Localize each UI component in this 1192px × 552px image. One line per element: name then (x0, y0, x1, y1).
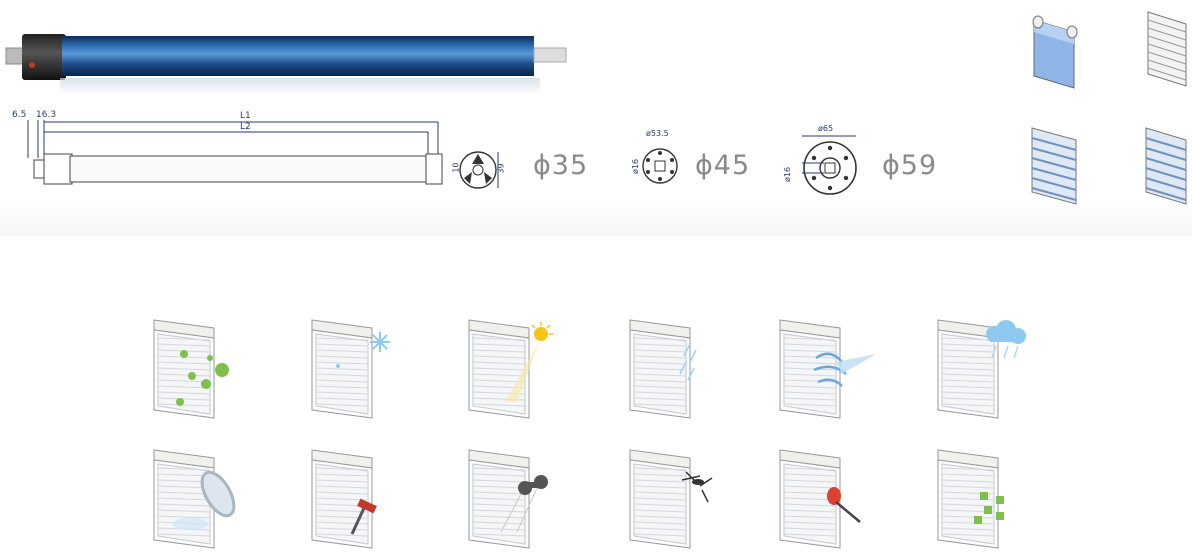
sun-heat-icon (468, 319, 553, 419)
diameter-59-label: ϕ59 (882, 150, 938, 181)
wind-icon (779, 319, 876, 419)
venetian-blind-icon (1147, 11, 1187, 87)
cloud-storm-icon (937, 319, 1026, 419)
dimension-l1: L1 (240, 111, 251, 121)
burglary-hammer-icon (311, 449, 377, 549)
dimension-6-5: 6.5 (12, 110, 27, 120)
diameter-45-label: ϕ45 (695, 150, 751, 181)
dimension-39: 39 (496, 163, 506, 174)
dimension-16-b: ø16 (783, 166, 793, 183)
dimension-53-5: ø53.5 (646, 129, 669, 138)
tubular-motor-image (5, 34, 567, 94)
horizontal-blind-icon (1031, 127, 1077, 205)
cold-snow-icon (311, 319, 390, 419)
dimension-16-a: ø16 (631, 158, 641, 175)
head-59-drawing (802, 135, 857, 195)
insect-mosquito-icon (629, 449, 713, 549)
privacy-eye-icon (153, 449, 236, 549)
diameter-35-label: ϕ35 (533, 150, 589, 181)
security-crowbar-icon (779, 449, 861, 549)
light-control-icon (937, 449, 1004, 549)
motor-dimension-drawing (27, 120, 443, 185)
rain-icon (629, 319, 697, 419)
pleated-blind-icon (1145, 127, 1187, 205)
dimension-16-3: 16.3 (36, 110, 57, 120)
eco-recycle-icon (153, 319, 229, 419)
binoculars-icon (468, 449, 548, 549)
dimension-10: 10 (451, 162, 461, 173)
head-45-drawing (642, 148, 678, 184)
roller-blind-icon (1032, 15, 1078, 89)
dimension-l2: L2 (240, 122, 251, 132)
dimension-65: ø65 (818, 124, 834, 133)
